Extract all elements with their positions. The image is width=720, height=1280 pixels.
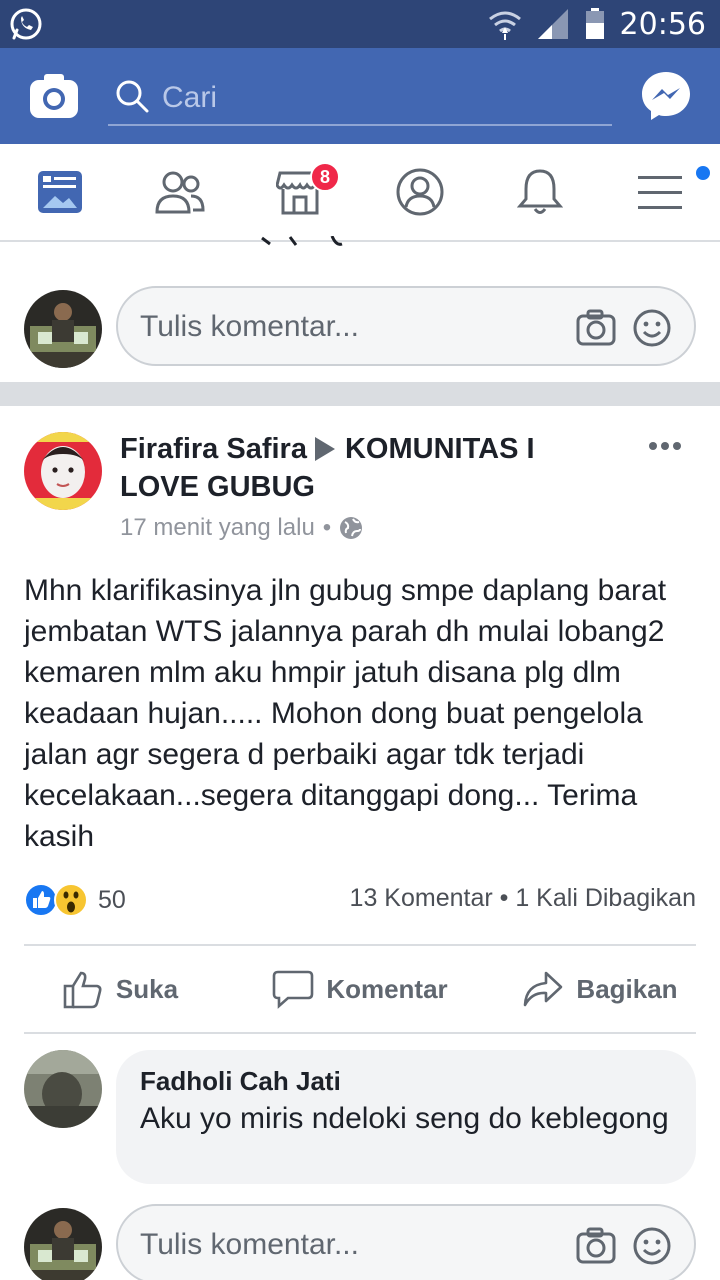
camera-icon[interactable] bbox=[28, 72, 80, 120]
post-time[interactable]: 17 menit yang lalu bbox=[120, 514, 315, 542]
emoji-icon[interactable] bbox=[632, 1226, 672, 1266]
wifi-icon bbox=[488, 11, 521, 40]
news-feed-icon bbox=[38, 171, 82, 213]
menu-notification-dot bbox=[696, 166, 710, 180]
comment-input[interactable] bbox=[140, 306, 560, 348]
tab-menu[interactable] bbox=[600, 144, 720, 240]
friends-icon bbox=[155, 171, 205, 214]
top-bar bbox=[0, 48, 720, 144]
signal-icon bbox=[537, 9, 568, 39]
menu-icon bbox=[638, 176, 682, 209]
tab-marketplace[interactable]: 8 bbox=[240, 144, 360, 240]
tab-profile[interactable] bbox=[360, 144, 480, 240]
more-options-icon[interactable] bbox=[648, 440, 682, 452]
comment-icon bbox=[273, 970, 314, 1009]
share-icon bbox=[524, 971, 563, 1007]
comment-label: Komentar bbox=[326, 973, 448, 1004]
camera-icon[interactable] bbox=[576, 308, 616, 348]
meta-dot: • bbox=[322, 514, 332, 541]
post-author-name[interactable]: Firafira Safira bbox=[120, 433, 307, 465]
thumbs-up-icon bbox=[63, 971, 102, 1009]
post-author-avatar[interactable] bbox=[24, 432, 102, 510]
status-time: 20:56 bbox=[619, 6, 706, 42]
profile-icon bbox=[396, 168, 444, 216]
avatar bbox=[24, 1208, 102, 1280]
comment-button[interactable]: Komentar bbox=[240, 946, 480, 1032]
divider bbox=[24, 1032, 696, 1034]
comment-input[interactable] bbox=[140, 1224, 560, 1266]
like-reaction-icon bbox=[24, 883, 58, 917]
main-nav: 8 bbox=[0, 144, 720, 242]
messenger-icon[interactable] bbox=[640, 70, 692, 122]
wow-reaction-icon bbox=[54, 883, 88, 917]
post-meta: 17 menit yang lalu • bbox=[120, 514, 363, 542]
comments-shares-count[interactable]: 13 Komentar • 1 Kali Dibagikan bbox=[350, 884, 696, 913]
reaction-summary[interactable]: 50 bbox=[24, 882, 126, 918]
bell-icon bbox=[517, 169, 563, 214]
comment-box[interactable] bbox=[116, 286, 696, 366]
search-icon bbox=[116, 80, 149, 113]
tab-notifications[interactable] bbox=[480, 144, 600, 240]
whatsapp-icon bbox=[10, 8, 42, 40]
comment-bubble[interactable]: Fadholi Cah Jati Aku yo miris ndeloki se… bbox=[116, 1050, 696, 1184]
reaction-count: 50 bbox=[98, 885, 126, 914]
comment-composer bbox=[0, 286, 720, 372]
comment-composer bbox=[0, 1204, 720, 1280]
marketplace-badge: 8 bbox=[310, 162, 340, 192]
share-button[interactable]: Bagikan bbox=[480, 946, 720, 1032]
shared-to-arrow-icon bbox=[314, 437, 335, 461]
emoji-icon[interactable] bbox=[632, 308, 672, 348]
share-label: Bagikan bbox=[576, 973, 678, 1004]
battery-icon bbox=[585, 8, 604, 39]
tab-news-feed[interactable] bbox=[0, 144, 120, 240]
avatar bbox=[24, 290, 102, 368]
feed-separator bbox=[0, 382, 720, 406]
comment-box[interactable] bbox=[116, 1204, 696, 1280]
tab-friends[interactable] bbox=[120, 144, 240, 240]
comment-text: Aku yo miris ndeloki seng do keblegong bbox=[140, 1102, 669, 1135]
search-input[interactable] bbox=[162, 78, 602, 118]
search-bar[interactable] bbox=[108, 70, 612, 126]
commenter-name[interactable]: Fadholi Cah Jati bbox=[140, 1066, 672, 1096]
post-text: Mhn klarifikasinya jln gubug smpe daplan… bbox=[24, 574, 667, 853]
post-actions: Suka Komentar Bagikan bbox=[0, 946, 720, 1032]
commenter-avatar[interactable] bbox=[24, 1050, 102, 1128]
post-header: Firafira Safira KOMUNITAS I LOVE GUBUG bbox=[120, 430, 620, 506]
globe-icon bbox=[340, 517, 363, 539]
like-button[interactable]: Suka bbox=[0, 946, 240, 1032]
previous-post-edge bbox=[261, 236, 343, 246]
camera-icon[interactable] bbox=[576, 1226, 616, 1266]
like-label: Suka bbox=[115, 973, 179, 1004]
status-bar: 20:56 bbox=[0, 0, 720, 48]
